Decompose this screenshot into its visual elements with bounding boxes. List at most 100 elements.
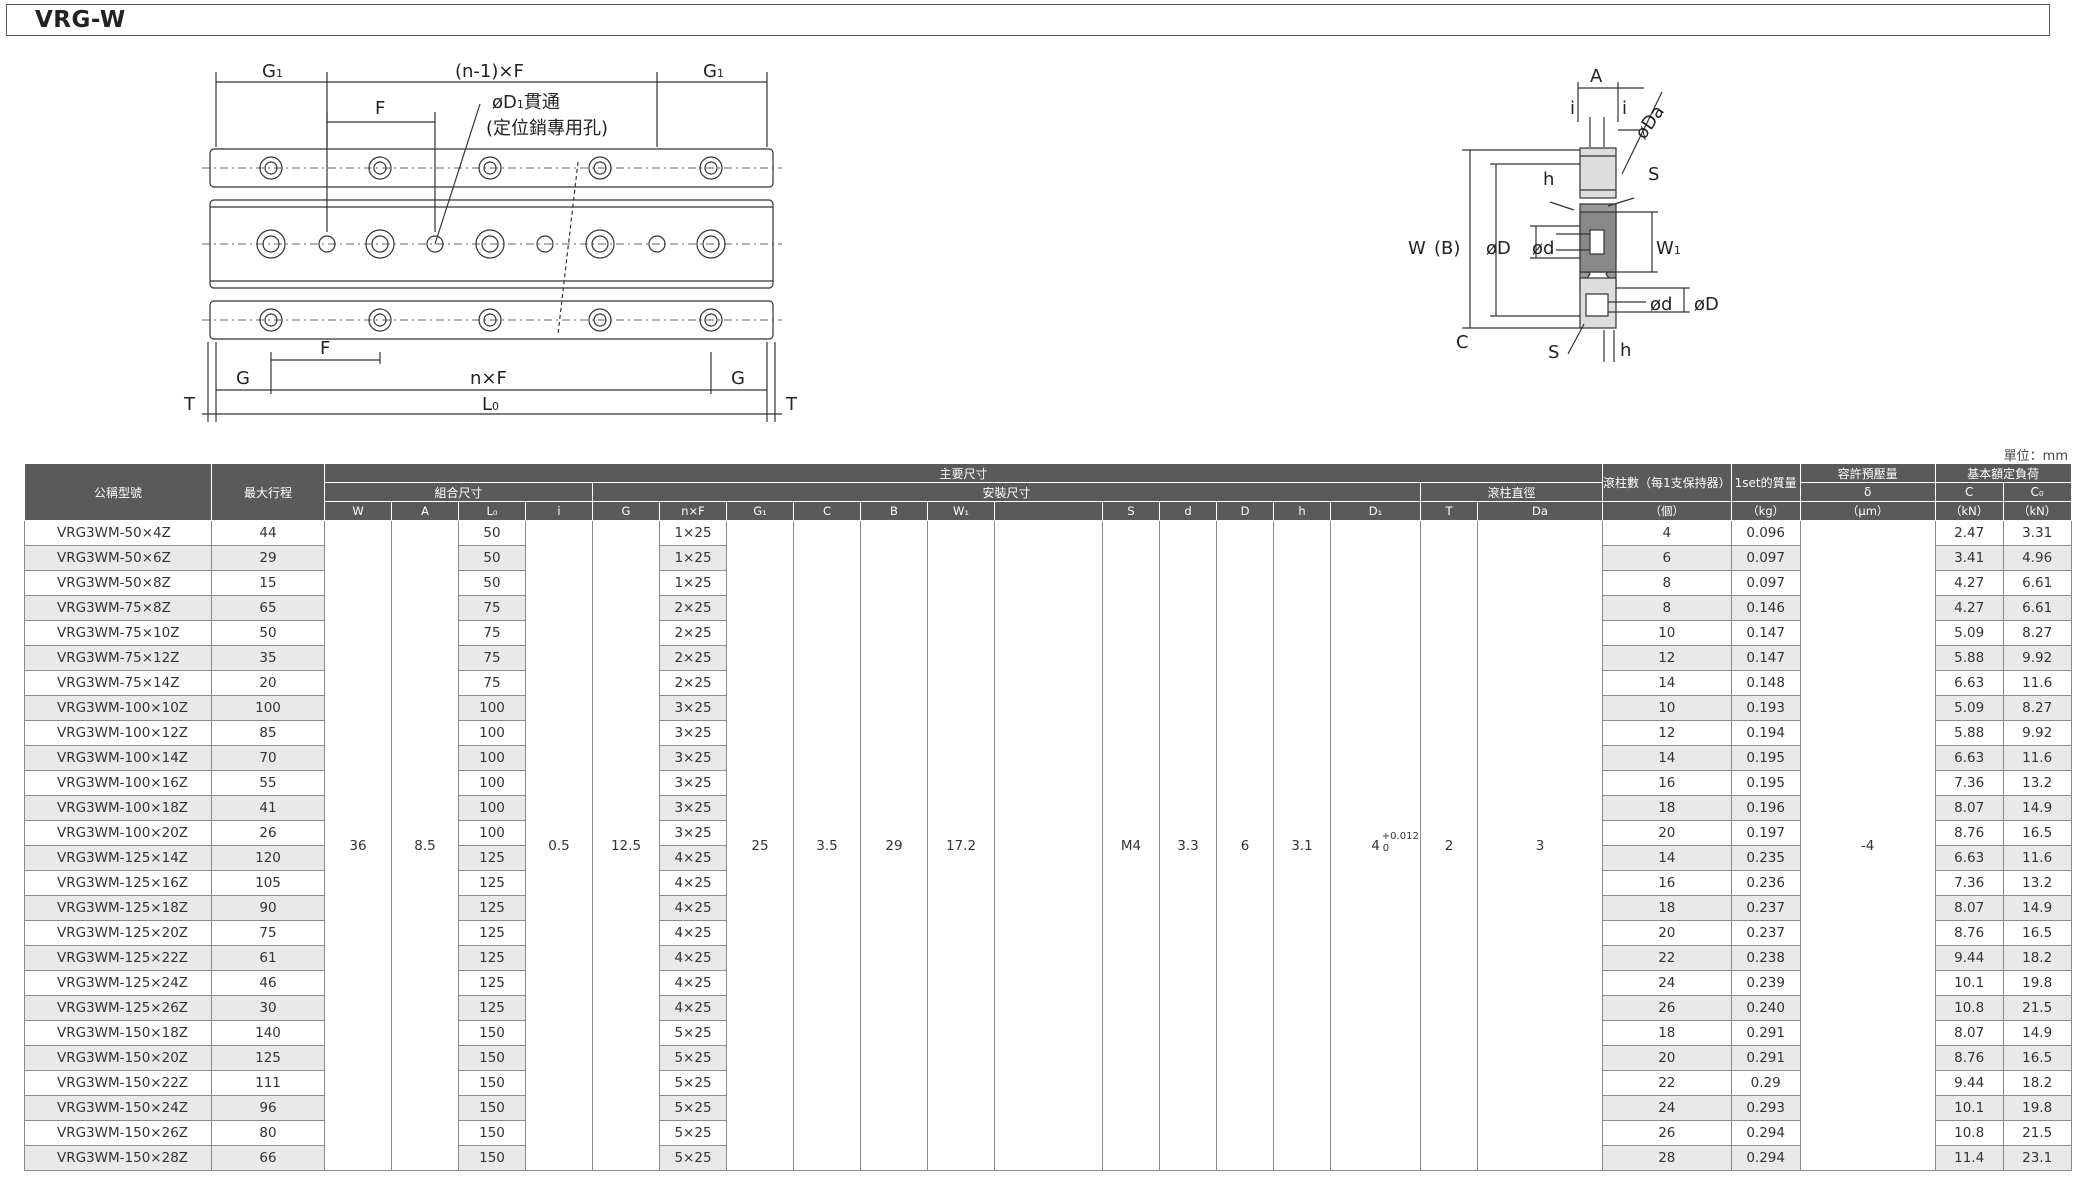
unit-note: 單位：mm: [2003, 449, 2068, 464]
dim-h-bottom: h: [1620, 340, 1631, 361]
cell-model: VRG3WM-50×8Z: [24, 570, 212, 596]
cell-nf: 3×25: [659, 695, 727, 721]
th-roller-count: 滾柱數（每1支保持器）: [1602, 463, 1732, 502]
cell-mass: 0.294: [1730, 1145, 1801, 1171]
th-nf: n×F: [659, 501, 727, 521]
th-mass: 1set的質量: [1730, 463, 1801, 502]
cell-s: M4: [1102, 520, 1160, 1171]
cell-model: VRG3WM-125×24Z: [24, 970, 212, 996]
cell-stroke: 41: [211, 795, 325, 821]
cell-mass: 0.147: [1730, 620, 1801, 646]
cell-model: VRG3WM-150×28Z: [24, 1145, 212, 1171]
cell-stroke: 111: [211, 1070, 325, 1096]
cell-c: 7.36: [1934, 770, 2004, 796]
cell-mass: 0.195: [1730, 745, 1801, 771]
cell-nf: 4×25: [659, 845, 727, 871]
cell-mass: 0.096: [1730, 520, 1801, 546]
cell-mass: 0.291: [1730, 1020, 1801, 1046]
d1-hole-label: øD1貫通: [492, 92, 560, 113]
cell-c: 8.07: [1934, 895, 2004, 921]
cell-mass: 0.197: [1730, 820, 1801, 846]
cell-c: 6.63: [1934, 845, 2004, 871]
cell-l0: 100: [458, 695, 526, 721]
dim-n1f: (n-1)×F: [455, 61, 524, 82]
dim-d-inner: ød: [1532, 238, 1554, 259]
cell-roller-count: 22: [1602, 1070, 1732, 1096]
cell-l0: 100: [458, 770, 526, 796]
cell-nf: 4×25: [659, 895, 727, 921]
cell-cc: 3.5: [793, 520, 861, 1171]
cell-c: 10.1: [1934, 970, 2004, 996]
cell-nf: 5×25: [659, 1020, 727, 1046]
d1-value: 4: [1371, 837, 1380, 854]
th-l0: L₀: [458, 501, 526, 521]
cell-mass: 0.097: [1730, 545, 1801, 571]
dim-w: W: [1408, 238, 1426, 259]
cell-stroke: 30: [211, 995, 325, 1021]
cell-c: 10.8: [1934, 995, 2004, 1021]
cell-c0: 16.5: [2002, 920, 2072, 946]
cell-stroke: 29: [211, 545, 325, 571]
cell-mass: 0.236: [1730, 870, 1801, 896]
cell-c: 5.09: [1934, 695, 2004, 721]
th-w1: W₁: [927, 501, 995, 521]
cell-roller-count: 20: [1602, 920, 1732, 946]
cell-mass: 0.29: [1730, 1070, 1801, 1096]
cell-roller-count: 8: [1602, 570, 1732, 596]
cell-stroke: 140: [211, 1020, 325, 1046]
cell-nf: 2×25: [659, 620, 727, 646]
cell-model: VRG3WM-150×24Z: [24, 1095, 212, 1121]
cell-c: 5.88: [1934, 720, 2004, 746]
cell-stroke: 61: [211, 945, 325, 971]
cell-roller-count: 20: [1602, 820, 1732, 846]
cell-c0: 3.31: [2002, 520, 2072, 546]
cell-c0: 21.5: [2002, 995, 2072, 1021]
cell-mass: 0.240: [1730, 995, 1801, 1021]
cell-model: VRG3WM-125×14Z: [24, 845, 212, 871]
cell-c0: 6.61: [2002, 595, 2072, 621]
th-preload-unit: （μm）: [1799, 501, 1936, 521]
cell-w: 36: [324, 520, 392, 1171]
cell-c0: 14.9: [2002, 795, 2072, 821]
cell-c: 7.36: [1934, 870, 2004, 896]
cell-roller-count: 16: [1602, 870, 1732, 896]
cell-l0: 50: [458, 545, 526, 571]
cell-nf: 4×25: [659, 870, 727, 896]
cell-c: 8.76: [1934, 920, 2004, 946]
dim-g-right: G: [731, 368, 745, 389]
cell-stroke: 105: [211, 870, 325, 896]
cell-model: VRG3WM-75×8Z: [24, 595, 212, 621]
cell-nf: 3×25: [659, 770, 727, 796]
cell-c0: 6.61: [2002, 570, 2072, 596]
cell-c0: 18.2: [2002, 945, 2072, 971]
dim-g1-left: G1: [262, 61, 283, 82]
cell-nf: 4×25: [659, 970, 727, 996]
cell-nf: 2×25: [659, 595, 727, 621]
cell-stroke: 100: [211, 695, 325, 721]
cell-c0: 9.92: [2002, 645, 2072, 671]
cell-c: 9.44: [1934, 945, 2004, 971]
d1-hole-note: (定位銷專用孔): [486, 118, 608, 139]
cell-mass: 0.148: [1730, 670, 1801, 696]
cell-c: 6.63: [1934, 745, 2004, 771]
cell-c: 10.1: [1934, 1095, 2004, 1121]
cell-l0: 125: [458, 995, 526, 1021]
dim-f-top: F: [375, 98, 385, 119]
cell-model: VRG3WM-150×26Z: [24, 1120, 212, 1146]
dim-w1: W1: [1656, 238, 1681, 259]
cell-h: 3.1: [1273, 520, 1331, 1171]
cell-nf: 1×25: [659, 570, 727, 596]
cell-nf: 2×25: [659, 670, 727, 696]
th-c0-unit: （kN）: [2002, 501, 2072, 521]
cell-a: 8.5: [391, 520, 459, 1171]
cell-d1: 4 +0.012 0: [1330, 520, 1421, 1171]
cell-nf: 3×25: [659, 745, 727, 771]
cell-model: VRG3WM-125×20Z: [24, 920, 212, 946]
cell-c0: 11.6: [2002, 670, 2072, 696]
th-stroke: 最大行程: [211, 463, 325, 521]
cell-model: VRG3WM-100×20Z: [24, 820, 212, 846]
cell-model: VRG3WM-100×18Z: [24, 795, 212, 821]
th-mount-dims: 安裝尺寸: [592, 482, 1421, 502]
cell-roller-count: 10: [1602, 620, 1732, 646]
th-preload: 容許預壓量: [1799, 463, 1936, 483]
